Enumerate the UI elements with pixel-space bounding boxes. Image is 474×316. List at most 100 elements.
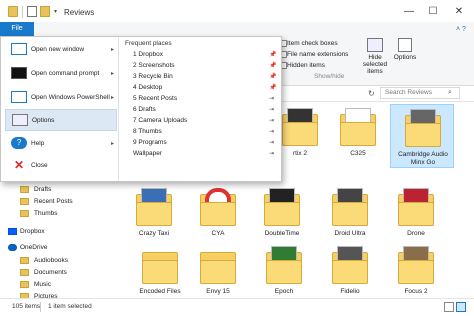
folder-label: Fidelio (340, 288, 360, 295)
folder-icon (332, 188, 368, 228)
folder-tile[interactable]: Crazy Taxi (122, 184, 186, 248)
pin-icon[interactable]: 📌 (269, 73, 276, 80)
maximize-button[interactable]: ☐ (420, 4, 446, 20)
nav-item-music[interactable]: Music (34, 281, 51, 288)
frequent-item[interactable]: 3 Recycle Bin (133, 73, 173, 80)
submenu-arrow-icon: ▸ (111, 95, 115, 101)
folder-tile[interactable]: Droid Ultra (318, 184, 382, 248)
folder-icon (340, 108, 376, 148)
pin-icon[interactable]: ⇥ (269, 117, 274, 124)
pin-icon[interactable]: ⇥ (269, 150, 274, 157)
item-check-boxes-label[interactable]: Item check boxes (287, 40, 338, 47)
frequent-item[interactable]: 7 Camera Uploads (133, 117, 187, 124)
details-view-icon[interactable] (444, 302, 454, 312)
nav-item-onedrive[interactable]: OneDrive (20, 244, 47, 251)
folder-icon[interactable] (8, 6, 18, 17)
folder-tile[interactable]: Drone (384, 184, 448, 248)
frequent-item[interactable]: 1 Dropbox (133, 51, 163, 58)
folder-tile[interactable]: DoubleTime (250, 184, 314, 248)
file-tab[interactable]: File (0, 22, 34, 36)
hidden-items-label[interactable]: Hidden items (287, 62, 325, 69)
hide-selected-label: Hide selected items (362, 54, 388, 75)
options-label: Options (393, 54, 417, 61)
folder-label: Drone (407, 230, 425, 237)
pin-icon[interactable]: ⇥ (269, 139, 274, 146)
folder-icon (20, 198, 29, 205)
nav-item-recent-posts[interactable]: Recent Posts (34, 198, 73, 205)
nav-item-drafts[interactable]: Drafts (34, 186, 51, 193)
file-menu: Open new window ▸ Open command prompt ▸ … (0, 36, 282, 182)
window-title: Reviews (64, 8, 95, 17)
folder-tile[interactable]: Envy 15 (186, 242, 250, 306)
folder-icon (200, 188, 236, 228)
nav-item-dropbox[interactable]: Dropbox (20, 228, 45, 235)
menu-item-label: Open Windows PowerShell (31, 94, 110, 101)
hide-icon (367, 38, 383, 52)
folder-tile[interactable]: Encoded Files (128, 242, 192, 306)
search-icon: ⌕ (448, 89, 452, 96)
large-icons-view-icon[interactable] (456, 302, 466, 312)
command-prompt-icon (11, 67, 27, 79)
menu-item-label: Close (31, 162, 48, 169)
help-icon: ? (11, 137, 27, 149)
folder-label: DoubleTime (264, 230, 300, 237)
menu-item-open-new-window[interactable]: Open new window ▸ (5, 39, 117, 61)
menu-item-label: Options (32, 117, 55, 124)
frequent-item[interactable]: 2 Screenshots (133, 62, 175, 69)
frequent-places-title: Frequent places (125, 40, 172, 47)
folder-label: Focus 2 (404, 288, 428, 295)
options-button[interactable]: Options (390, 38, 420, 61)
file-name-extensions-label[interactable]: File name extensions (287, 51, 348, 58)
show-hide-group: Item check boxes File name extensions Hi… (278, 36, 474, 86)
status-bar: 105 items 1 item selected (0, 298, 474, 316)
properties-icon[interactable] (27, 6, 37, 17)
new-folder-icon[interactable] (40, 6, 50, 17)
pin-icon[interactable]: ⇥ (269, 128, 274, 135)
folder-tile[interactable]: Focus 2 (384, 242, 448, 306)
menu-item-options[interactable]: Options (5, 109, 117, 131)
menu-item-help[interactable]: ? Help ▸ (5, 133, 117, 155)
window-icon (11, 43, 27, 55)
menu-item-label: Open command prompt (31, 70, 100, 77)
pin-icon[interactable]: 📌 (269, 62, 276, 69)
frequent-item[interactable]: 5 Recent Posts (133, 95, 177, 102)
folder-icon (264, 188, 300, 228)
help-icon[interactable]: ? (462, 26, 466, 33)
folder-tile[interactable]: Fidelio (318, 242, 382, 306)
refresh-icon[interactable]: ↻ (368, 89, 375, 98)
folder-tile-selected[interactable]: Cambridge Audio Minx Go (390, 104, 454, 168)
frequent-item[interactable]: 9 Programs (133, 139, 167, 146)
frequent-item[interactable]: 4 Desktop (133, 84, 162, 91)
nav-item-documents[interactable]: Documents (34, 269, 67, 276)
quick-access-dropdown-icon[interactable]: ▾ (54, 8, 57, 15)
folder-label: Crazy Taxi (138, 230, 170, 237)
pin-icon[interactable]: 📌 (269, 51, 276, 58)
pin-icon[interactable]: ⇥ (269, 95, 274, 102)
nav-item-thumbs[interactable]: Thumbs (34, 210, 57, 217)
folder-tile[interactable]: C325 (326, 104, 390, 168)
frequent-item[interactable]: 8 Thumbs (133, 128, 162, 135)
nav-item-audiobooks[interactable]: Audiobooks (34, 257, 68, 264)
folder-icon (142, 246, 178, 286)
pin-icon[interactable]: 📌 (269, 84, 276, 91)
collapse-ribbon-icon[interactable]: ˄ (456, 26, 460, 33)
pin-icon[interactable]: ⇥ (269, 106, 274, 113)
folder-label: Envy 15 (206, 288, 230, 295)
title-bar: ▾ Reviews — ☐ ✕ (0, 0, 474, 24)
menu-item-open-powershell[interactable]: Open Windows PowerShell ▸ (5, 87, 117, 109)
dropbox-icon (8, 228, 17, 235)
frequent-item[interactable]: 6 Drafts (133, 106, 156, 113)
frequent-item[interactable]: Wallpaper (133, 150, 162, 157)
folder-tile[interactable]: Epoch (252, 242, 316, 306)
submenu-arrow-icon: ▸ (111, 47, 115, 53)
menu-item-open-command-prompt[interactable]: Open command prompt ▸ (5, 63, 117, 85)
menu-item-close[interactable]: ✕ Close (5, 155, 117, 177)
group-label: Show/hide (314, 73, 345, 80)
close-icon: ✕ (13, 158, 25, 172)
minimize-button[interactable]: — (396, 4, 422, 20)
selection-count: 1 item selected (48, 303, 92, 310)
separator (40, 302, 41, 312)
folder-tile[interactable]: CYA (186, 184, 250, 248)
hide-selected-items-button[interactable]: Hide selected items (358, 38, 392, 75)
close-window-button[interactable]: ✕ (446, 4, 472, 20)
